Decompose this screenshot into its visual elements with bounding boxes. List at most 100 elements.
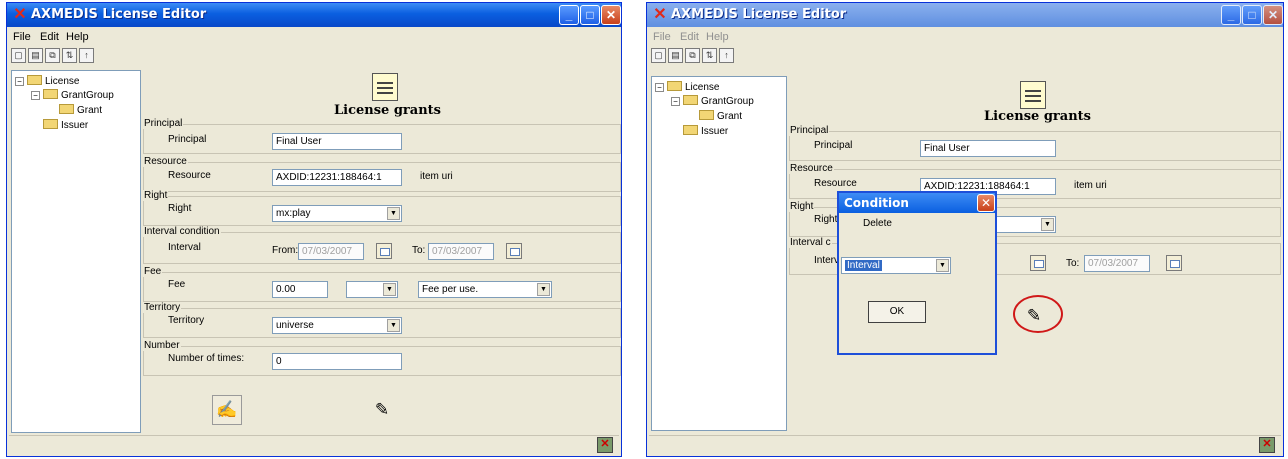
dialog-menu-delete[interactable]: Delete <box>863 218 892 229</box>
new-icon[interactable]: ▢ <box>11 48 26 63</box>
right-label: Right <box>168 203 192 214</box>
to-date-input[interactable]: 07/03/2007 <box>428 243 494 260</box>
from-date-input[interactable]: 07/03/2007 <box>298 243 364 260</box>
folder-icon <box>683 125 698 135</box>
interval-condition-group: Interval condition Interval From: 07/03/… <box>143 226 621 264</box>
calendar-icon[interactable] <box>506 243 522 259</box>
tree-node-issuer[interactable]: Issuer <box>43 119 88 131</box>
close-button[interactable]: ✕ <box>1263 5 1283 25</box>
up-icon[interactable]: ↑ <box>79 48 94 63</box>
principal-input[interactable]: Final User <box>920 140 1056 157</box>
fee-label: Fee <box>168 279 186 290</box>
menu-bar: File Edit Help <box>647 28 1283 46</box>
from-label: From: <box>272 245 299 256</box>
chevron-down-icon[interactable]: ▼ <box>387 319 400 332</box>
expand-license-icon[interactable]: − <box>655 83 664 92</box>
copy-icon[interactable]: ⧉ <box>45 48 60 63</box>
resource-input[interactable]: AXDID:12231:188464:1 <box>272 169 402 186</box>
copy-icon[interactable]: ⧉ <box>685 48 700 63</box>
principal-group: Principal Principal Final User <box>143 118 621 154</box>
license-tree: − License − GrantGroup Grant Issuer <box>11 70 141 433</box>
tree-node-grant[interactable]: Grant <box>59 104 102 116</box>
right-select[interactable]: mx:play ▼ <box>272 205 402 222</box>
new-icon[interactable]: ▢ <box>651 48 666 63</box>
apply-button[interactable]: ✍ <box>212 395 242 425</box>
fee-group: Fee Fee 0.00 ▼ Fee per use. ▼ <box>143 266 621 302</box>
expand-grantgroup-icon[interactable]: − <box>31 91 40 100</box>
highlight-circle <box>1013 295 1063 333</box>
ok-button[interactable]: OK <box>868 301 926 323</box>
open-icon[interactable]: ▤ <box>668 48 683 63</box>
page-title: License grants <box>984 109 1091 124</box>
item-uri-label: item uri <box>420 171 453 182</box>
condition-type-select[interactable]: Interval ▼ <box>841 257 951 274</box>
axmedis-logo-icon: ✕ <box>13 6 27 23</box>
dialog-close-button[interactable]: ✕ <box>977 194 995 212</box>
chevron-down-icon[interactable]: ▼ <box>537 283 550 296</box>
axmedis-logo-icon: ✕ <box>653 6 667 23</box>
minimize-button[interactable]: _ <box>559 5 579 25</box>
sort-icon[interactable]: ⇅ <box>702 48 717 63</box>
menu-help[interactable]: Help <box>66 31 89 43</box>
menu-edit[interactable]: Edit <box>680 31 699 43</box>
calendar-icon[interactable] <box>1030 255 1046 271</box>
minimize-button[interactable]: _ <box>1221 5 1241 25</box>
maximize-button[interactable]: □ <box>580 5 600 25</box>
fee-amount-input[interactable]: 0.00 <box>272 281 328 298</box>
right-group: Right Right mx:play ▼ <box>143 190 621 226</box>
chevron-down-icon[interactable]: ▼ <box>383 283 396 296</box>
chevron-down-icon[interactable]: ▼ <box>387 207 400 220</box>
up-icon[interactable]: ↑ <box>719 48 734 63</box>
interval-label: Interv <box>814 255 840 266</box>
tree-node-license[interactable]: License <box>667 81 719 93</box>
page-title: License grants <box>334 103 441 118</box>
fee-type-select[interactable]: Fee per use. ▼ <box>418 281 552 298</box>
principal-label: Principal <box>814 140 853 151</box>
tree-node-grantgroup[interactable]: GrantGroup <box>43 89 114 101</box>
tree-node-grant[interactable]: Grant <box>699 110 742 122</box>
folder-icon <box>699 110 714 120</box>
status-bar: ✕ <box>649 435 1281 454</box>
open-icon[interactable]: ▤ <box>28 48 43 63</box>
territory-select[interactable]: universe ▼ <box>272 317 402 334</box>
chevron-down-icon[interactable]: ▼ <box>1041 218 1054 231</box>
license-editor-window-right: ✕ AXMEDIS License Editor _ □ ✕ File Edit… <box>646 2 1284 457</box>
principal-label: Principal <box>168 134 207 145</box>
maximize-button[interactable]: □ <box>1242 5 1262 25</box>
tree-node-grantgroup[interactable]: GrantGroup <box>683 95 754 107</box>
close-button[interactable]: ✕ <box>601 5 621 25</box>
add-condition-button[interactable]: ✎ <box>367 395 397 425</box>
menu-file[interactable]: File <box>13 31 31 43</box>
status-bar: ✕ <box>9 435 619 454</box>
number-input[interactable]: 0 <box>272 353 402 370</box>
dialog-title: Condition <box>844 196 909 210</box>
folder-icon <box>27 75 42 85</box>
interval-label: Interval <box>168 242 201 253</box>
principal-input[interactable]: Final User <box>272 133 402 150</box>
resource-label: Resource <box>814 178 857 189</box>
window-title: AXMEDIS License Editor <box>31 7 207 22</box>
tree-node-issuer[interactable]: Issuer <box>683 125 728 137</box>
expand-grantgroup-icon[interactable]: − <box>671 97 680 106</box>
folder-icon <box>667 81 682 91</box>
right-label: Right <box>814 214 838 225</box>
license-grants-icon <box>372 73 398 101</box>
sort-icon[interactable]: ⇅ <box>62 48 77 63</box>
expand-license-icon[interactable]: − <box>15 77 24 86</box>
territory-group: Territory Territory universe ▼ <box>143 302 621 338</box>
tree-node-license[interactable]: License <box>27 75 79 87</box>
add-condition-icon: ✎ <box>374 400 390 419</box>
menu-file[interactable]: File <box>653 31 671 43</box>
calendar-icon[interactable] <box>1166 255 1182 271</box>
license-tree: − License − GrantGroup Grant Issuer <box>651 76 787 431</box>
menu-edit[interactable]: Edit <box>40 31 59 43</box>
to-label: To: <box>412 245 426 256</box>
menu-help[interactable]: Help <box>706 31 729 43</box>
folder-icon <box>59 104 74 114</box>
chevron-down-icon[interactable]: ▼ <box>936 259 949 272</box>
calendar-icon[interactable] <box>376 243 392 259</box>
condition-dialog: Condition ✕ Delete Interval ▼ OK <box>837 191 997 355</box>
to-date-input[interactable]: 07/03/2007 <box>1084 255 1150 272</box>
currency-select[interactable]: ▼ <box>346 281 398 298</box>
menu-bar: File Edit Help <box>7 28 621 46</box>
